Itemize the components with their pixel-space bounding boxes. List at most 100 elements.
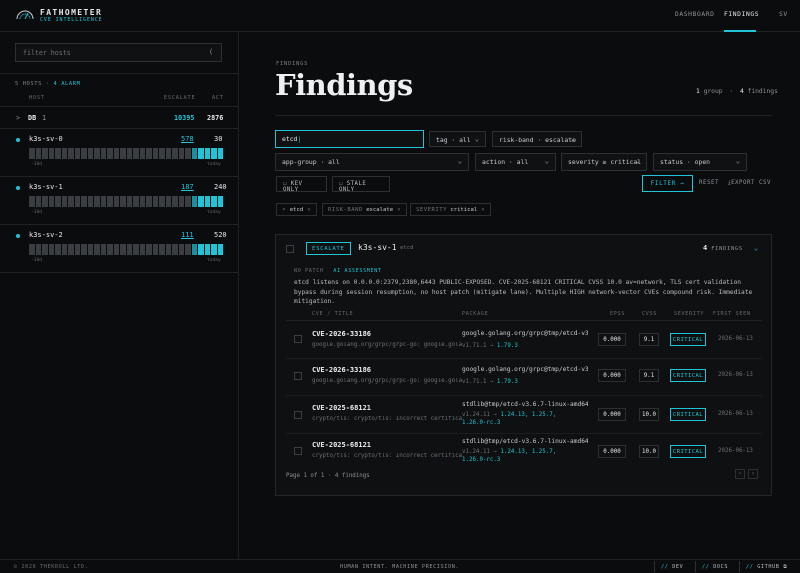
row-checkbox[interactable] — [294, 411, 302, 419]
col-first-seen: FIRST SEEN — [713, 311, 751, 317]
card-host-name[interactable]: k3s-sv-1 — [358, 243, 397, 252]
export-csv-button[interactable]: ⤓EXPORT CSV — [728, 180, 771, 187]
table-row[interactable]: CVE-2026-33186 google.golang.org/grpc/gr… — [286, 322, 762, 359]
spark-bar — [55, 196, 61, 207]
spark-bar — [35, 148, 41, 159]
spark-bar — [165, 196, 171, 207]
status-dot — [16, 234, 20, 238]
divider — [0, 73, 238, 74]
host-escalate[interactable]: 111 — [181, 231, 194, 239]
status-dot — [16, 138, 20, 142]
next-page-button[interactable]: › — [748, 469, 758, 479]
search-value: etcd — [282, 135, 298, 143]
kev-only-toggle[interactable]: ☐ KEV ONLY — [276, 176, 327, 193]
prev-page-button[interactable]: ‹ — [735, 469, 745, 479]
host-escalate[interactable]: 187 — [181, 183, 194, 191]
spark-bar — [120, 148, 126, 159]
search-input[interactable]: etcd| — [275, 130, 424, 148]
reset-button[interactable]: RESET — [699, 180, 719, 186]
host-filter-placeholder: filter hosts — [23, 49, 71, 57]
group-checkbox[interactable] — [286, 245, 294, 253]
spark-bar — [172, 244, 178, 255]
tag-select[interactable]: tag · all ⌄ — [429, 131, 486, 147]
row-checkbox[interactable] — [294, 447, 302, 455]
row-checkbox[interactable] — [294, 372, 302, 380]
spark-bar — [165, 148, 171, 159]
close-icon[interactable]: × — [481, 207, 484, 213]
footer-link-dev[interactable]: // DEV — [654, 561, 689, 572]
col-act: ACT — [212, 95, 224, 101]
group-count: 1 — [42, 114, 47, 122]
spark-bar — [204, 244, 210, 255]
spark-label-end: today — [207, 210, 221, 215]
spark-bar — [35, 244, 41, 255]
host-act: 30 — [214, 135, 223, 143]
host-filter-input[interactable]: filter hosts ( — [15, 43, 222, 62]
chevron-down-icon: ⌄ — [544, 157, 549, 165]
cve-id[interactable]: CVE-2025-68121 — [312, 404, 371, 412]
app-name: FATHOMETER — [40, 8, 103, 17]
finding-group-card: ESCALATE k3s-sv-1 etcd 4 FINDINGS ⌄ NO PA… — [275, 234, 772, 496]
logo[interactable]: FATHOMETER CVE INTELLIGENCE — [16, 8, 103, 24]
col-epss: EPSS — [610, 311, 626, 317]
row-checkbox[interactable] — [294, 335, 302, 343]
group-act: 2876 — [207, 114, 224, 122]
logo-arc-icon — [16, 10, 34, 20]
host-row[interactable]: k3s-sv-2 111 520 -30d today — [0, 225, 238, 273]
spark-bar — [74, 196, 80, 207]
cve-id[interactable]: CVE-2025-68121 — [312, 441, 371, 449]
spark-bar — [113, 148, 119, 159]
group-count: 1 — [696, 88, 700, 95]
cve-id[interactable]: CVE-2026-33186 — [312, 330, 371, 338]
pagination-text: Page 1 of 1 · 4 findings — [286, 473, 370, 479]
action-select[interactable]: action · all ⌄ — [475, 153, 556, 171]
spark-bar — [74, 244, 80, 255]
epss-value: 0.000 — [598, 408, 626, 421]
filter-icon: ( — [209, 48, 213, 56]
filter-chip[interactable]: ⌕ etcd × — [276, 203, 317, 216]
risk-band-select[interactable]: risk-band · escalate ⌄ — [492, 131, 582, 147]
spark-bar — [29, 148, 35, 159]
filter-chip[interactable]: RISK-BAND escalate × — [322, 203, 407, 216]
package-name: stdlib@tmp/etcd-v3.6.7-linux-amd64 — [462, 438, 588, 445]
chip-value: etcd — [289, 206, 304, 213]
close-icon[interactable]: × — [307, 207, 310, 213]
spark-bar — [74, 148, 80, 159]
severity-select[interactable]: severity ≥ critical ⌄ — [561, 153, 647, 171]
host-name: k3s-sv-1 — [29, 183, 63, 191]
fixed-version: 1.79.3 — [496, 379, 518, 385]
spark-bar — [55, 148, 61, 159]
filter-button[interactable]: FILTER → — [642, 175, 693, 192]
footer-link-docs[interactable]: // DOCS — [695, 561, 734, 572]
host-row[interactable]: k3s-sv-1 187 240 -30d today — [0, 177, 238, 225]
close-icon[interactable]: × — [397, 207, 400, 213]
footer-link-github[interactable]: // GITHUB ⧉ — [739, 561, 794, 572]
table-row[interactable]: CVE-2025-68121 crypto/tls: crypto/tls: I… — [286, 396, 762, 434]
spark-label-start: -30d — [31, 162, 43, 167]
nav-user[interactable]: SV — [779, 11, 788, 18]
status-select[interactable]: status · open ⌄ — [653, 153, 747, 171]
host-escalate[interactable]: 578 — [181, 135, 194, 143]
package-version: v1.24.11 → 1.24.13, 1.25.7, 1.26.0-rc.3 — [462, 449, 557, 463]
filter-chip[interactable]: SEVERITY critical × — [410, 203, 491, 216]
findings-count: 4 — [739, 88, 744, 95]
spark-bar — [133, 148, 139, 159]
table-row[interactable]: CVE-2025-68121 crypto/tls: crypto/tls: I… — [286, 434, 762, 469]
breadcrumb: FINDINGS — [276, 61, 309, 67]
nav-dashboard[interactable]: DASHBOARD — [675, 11, 715, 18]
cve-title: crypto/tls: crypto/tls: Incorrect certif… — [312, 416, 462, 422]
table-row[interactable]: CVE-2026-33186 google.golang.org/grpc/gr… — [286, 359, 762, 396]
collapse-icon[interactable]: ⌄ — [754, 244, 758, 252]
app-group-select[interactable]: app-group · all ⌄ — [275, 153, 469, 171]
stale-only-toggle[interactable]: ☐ STALE ONLY — [332, 176, 390, 193]
cve-id[interactable]: CVE-2026-33186 — [312, 366, 371, 374]
spark-bar — [165, 244, 171, 255]
spark-bar — [107, 148, 113, 159]
host-name: k3s-sv-2 — [29, 231, 63, 239]
spark-bar — [159, 244, 165, 255]
host-row[interactable]: k3s-sv-0 578 30 -30d today — [0, 129, 238, 177]
spark-bar — [68, 196, 74, 207]
spark-bar — [133, 196, 139, 207]
spark-bar — [100, 148, 106, 159]
nav-findings[interactable]: FINDINGS — [724, 11, 759, 18]
